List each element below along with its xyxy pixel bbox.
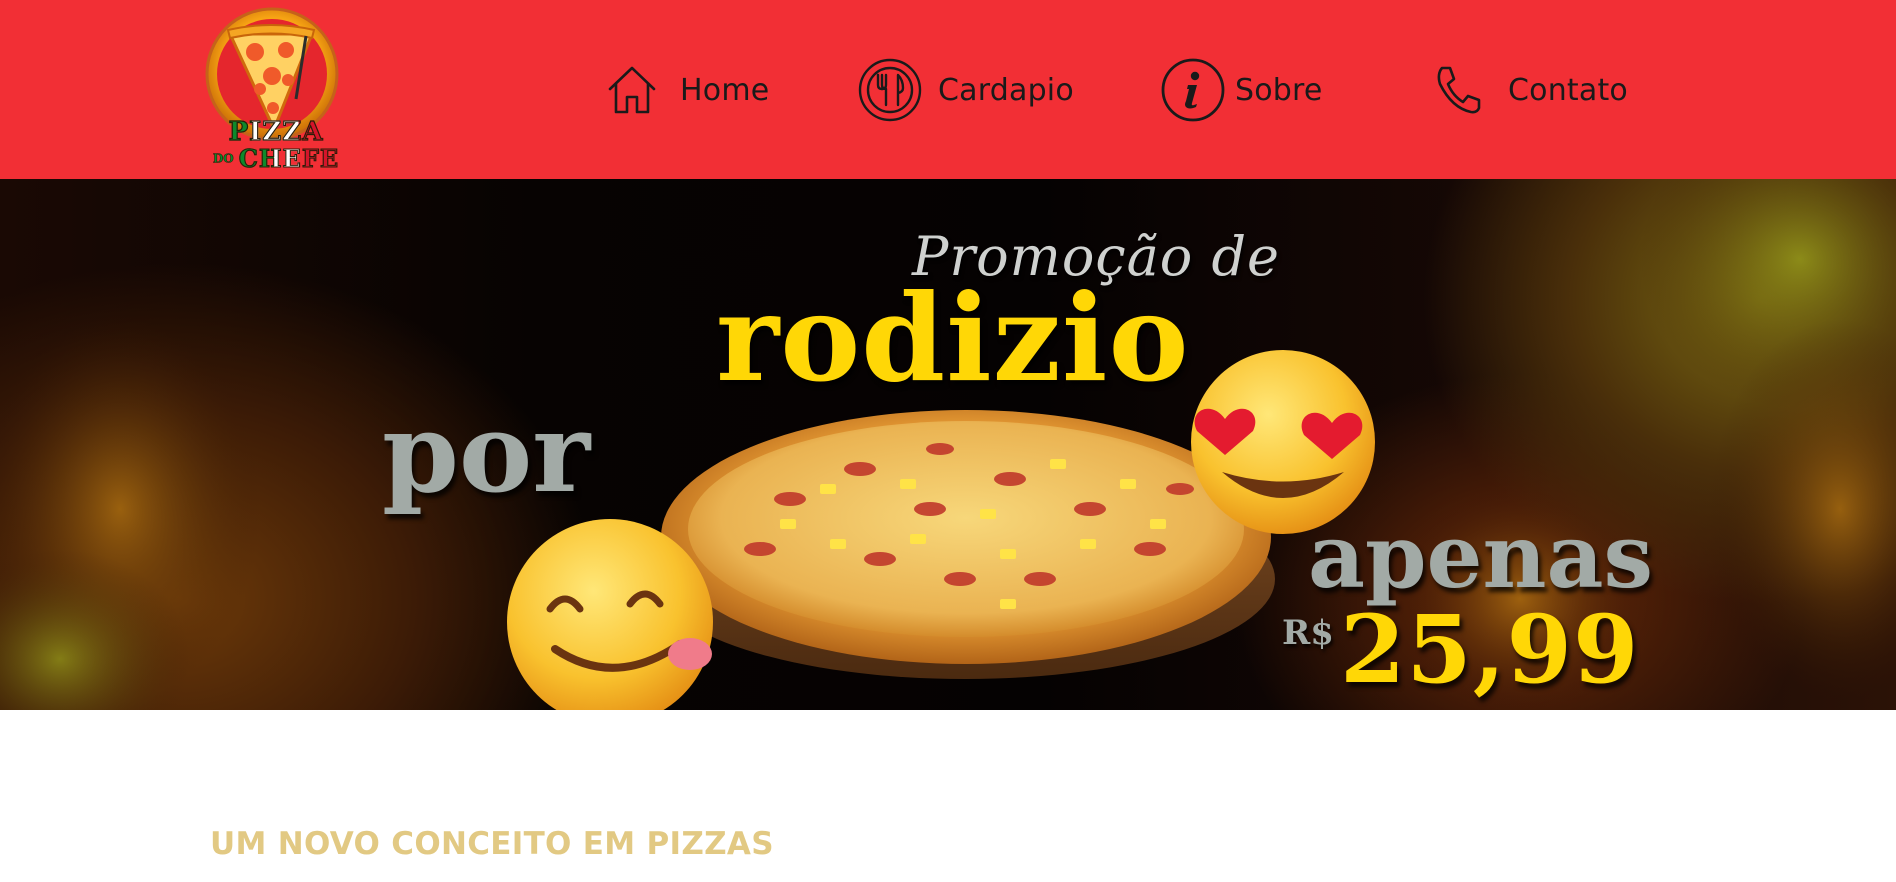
promo-banner[interactable]: Promoção de rodizio por apenas R$ 25,99 [0, 179, 1896, 710]
nav-item-contato[interactable]: Contato [1426, 55, 1628, 125]
nav-item-home[interactable]: Home [600, 55, 769, 125]
nav-item-cardapio[interactable]: Cardapio [858, 55, 1074, 125]
nav-item-home-label: Home [680, 72, 770, 108]
banner-rodizio-text: rodizio [716, 268, 1190, 409]
main-nav: Home Cardapio Sobre Contato [0, 55, 1896, 125]
phone-icon [1426, 58, 1490, 122]
fork-knife-icon [858, 58, 922, 122]
site-header: PIZZA DO CHEFE Home Cardapio Sobre Conta… [0, 0, 1896, 179]
banner-currency: R$ [1282, 613, 1334, 653]
banner-price: 25,99 [1340, 595, 1640, 705]
logo-wordmark-do: DO [212, 151, 234, 166]
section-title: UM NOVO CONCEITO EM PIZZAS [210, 826, 774, 862]
nav-item-cardapio-label: Cardapio [938, 72, 1074, 108]
logo-wordmark-line2: CHEFE [238, 143, 340, 173]
nav-item-sobre-label: Sobre [1235, 72, 1323, 108]
pizza-image [661, 410, 1271, 664]
banner-apenas-text: apenas [1308, 504, 1654, 608]
info-icon [1161, 58, 1225, 122]
nav-item-contato-label: Contato [1508, 72, 1628, 108]
nav-item-sobre[interactable]: Sobre [1161, 55, 1323, 125]
home-icon [600, 58, 664, 122]
banner-por-text: por [382, 388, 591, 517]
